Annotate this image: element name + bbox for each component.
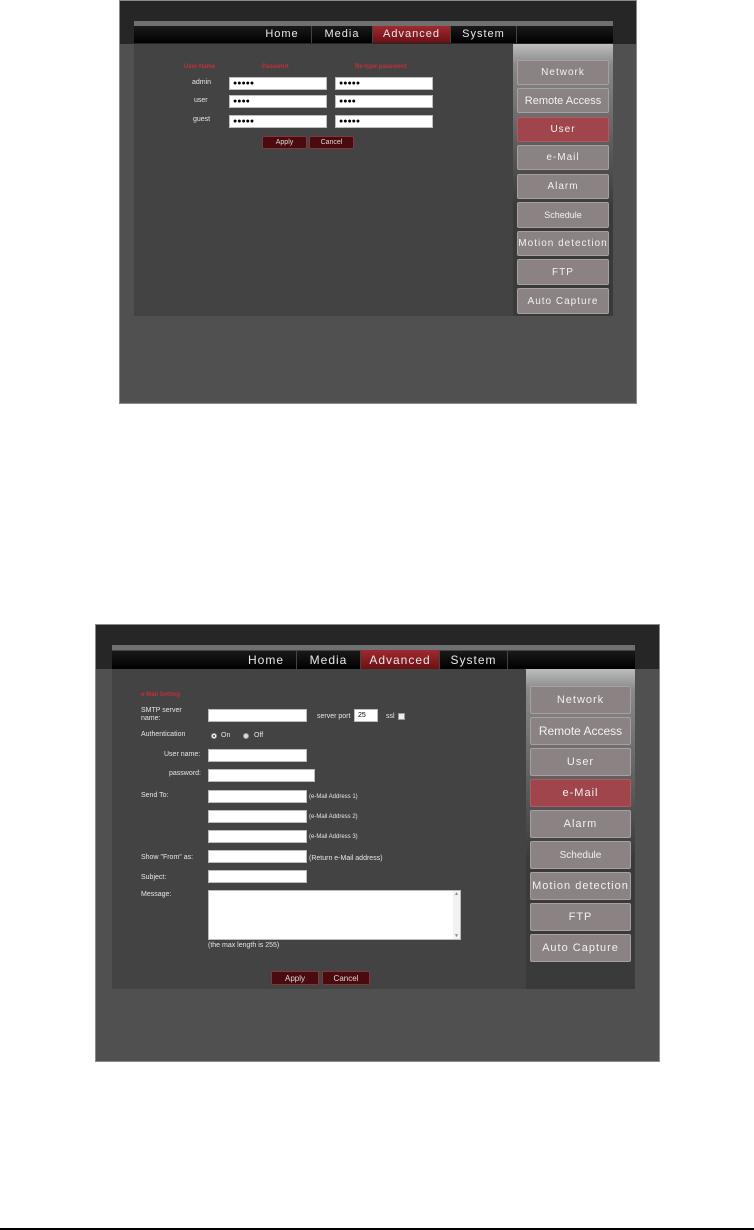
user-label-admin: admin [192, 79, 212, 86]
email-settings-screenshot: Home Media Advanced System e-Mail Settin… [95, 624, 660, 1062]
main-nav: Home Media Advanced System [134, 21, 613, 43]
sidebar-item-remote-access[interactable]: Remote Access [530, 717, 631, 745]
sidebar-item-ftp[interactable]: FTP [530, 903, 631, 931]
auth-on-radio[interactable] [211, 733, 217, 739]
username-label: User name: [164, 751, 201, 758]
nav-advanced[interactable]: Advanced [361, 650, 440, 669]
nav-media[interactable]: Media [297, 650, 361, 669]
server-port-input[interactable]: 25 [354, 709, 378, 722]
password-label: password: [169, 770, 201, 777]
sidebar-item-user[interactable]: User [530, 748, 631, 776]
nav-home[interactable]: Home [253, 25, 312, 43]
sidebar-item-ftp[interactable]: FTP [517, 259, 609, 285]
send-to-input-2[interactable] [208, 810, 307, 823]
cancel-button[interactable]: Cancel [309, 136, 354, 149]
cancel-button[interactable]: Cancel [322, 971, 370, 985]
auth-off-radio[interactable] [243, 733, 249, 739]
send-to-hint-2: (e-Mail Address 2) [309, 814, 358, 820]
sidebar-item-network[interactable]: Network [517, 60, 609, 85]
server-port-label: server port [317, 713, 351, 720]
user-settings-screenshot: Home Media Advanced System User Name Pas… [119, 0, 637, 404]
send-to-input-1[interactable] [208, 790, 307, 803]
password-header: Passwort [262, 64, 289, 70]
sidebar-item-alarm[interactable]: Alarm [517, 174, 609, 199]
user-label-guest: guest [193, 116, 211, 123]
apply-button[interactable]: Apply [271, 971, 319, 985]
apply-button[interactable]: Apply [262, 136, 307, 149]
send-to-label: Send To: [141, 792, 169, 799]
sidebar-item-schedule[interactable]: Schedule [517, 202, 609, 228]
send-to-hint-3: (e-Mail Address 3) [309, 834, 358, 840]
smtp-label: SMTP server name: [141, 707, 182, 722]
sidebar-item-auto-capture[interactable]: Auto Capture [530, 934, 631, 962]
sidebar-item-motion-detection[interactable]: Motion detection [517, 231, 609, 256]
main-nav: Home Media Advanced System [112, 645, 635, 669]
max-length-note: (the max length is 255) [208, 942, 280, 949]
username-input[interactable] [208, 749, 307, 762]
from-input[interactable] [208, 850, 307, 863]
smtp-server-input[interactable] [208, 709, 307, 722]
subject-input[interactable] [208, 870, 307, 883]
ssl-label: ssl [386, 713, 395, 720]
sidebar-item-auto-capture[interactable]: Auto Capture [517, 288, 609, 314]
section-title: e-Mail Setting [141, 692, 181, 698]
scroll-down-icon[interactable]: ▼ [454, 933, 459, 939]
user-label-user: user [194, 97, 208, 104]
content-panel: User Name Passwort Re-type password admi… [134, 44, 514, 316]
send-to-hint-1: (e-Mail Address 1) [309, 794, 358, 800]
retype-header: Re-type password [355, 64, 407, 70]
subject-label: Subject: [141, 874, 167, 881]
password-input-guest[interactable]: ●●●●● [229, 115, 327, 128]
auth-on-label: On [221, 732, 231, 739]
sidebar-item-alarm[interactable]: Alarm [530, 810, 631, 838]
nav-media[interactable]: Media [312, 25, 373, 43]
content-panel: e-Mail Setting SMTP server name: server … [112, 669, 526, 989]
sidebar-item-remote-access[interactable]: Remote Access [517, 88, 609, 113]
sidebar-item-network[interactable]: Network [530, 686, 631, 714]
sidebar: Network Remote Access User e-Mail Alarm … [526, 669, 635, 989]
message-textarea[interactable]: ▲ ▼ [208, 890, 461, 940]
auth-off-label: Off [254, 732, 264, 739]
message-label: Message: [141, 891, 172, 898]
sidebar-item-user[interactable]: User [517, 117, 609, 142]
nav-advanced[interactable]: Advanced [373, 25, 451, 43]
nav-system[interactable]: System [451, 25, 517, 43]
password-input[interactable] [208, 769, 315, 782]
from-label: Show "From" as: [141, 854, 194, 861]
authentication-label: Authentication [141, 731, 186, 738]
sidebar-item-email[interactable]: e-Mail [517, 145, 609, 170]
from-hint: (Return e-Mail address) [309, 855, 383, 862]
retype-input-guest[interactable]: ●●●●● [335, 115, 433, 128]
message-scrollbar[interactable]: ▲ ▼ [453, 891, 460, 939]
retype-input-user[interactable]: ●●●● [335, 95, 433, 108]
sidebar-item-email[interactable]: e-Mail [530, 779, 631, 807]
nav-system[interactable]: System [440, 650, 508, 669]
retype-input-admin[interactable]: ●●●●● [335, 77, 433, 90]
password-input-admin[interactable]: ●●●●● [229, 77, 327, 90]
send-to-input-3[interactable] [208, 830, 307, 843]
ssl-checkbox[interactable] [398, 713, 405, 720]
sidebar-item-schedule[interactable]: Schedule [530, 841, 631, 869]
nav-home[interactable]: Home [236, 650, 297, 669]
sidebar: Network Remote Access User e-Mail Alarm … [513, 44, 613, 316]
user-name-header: User Name [184, 64, 216, 70]
password-input-user[interactable]: ●●●● [229, 95, 327, 108]
scroll-up-icon[interactable]: ▲ [454, 891, 459, 897]
sidebar-item-motion-detection[interactable]: Motion detection [530, 872, 631, 900]
